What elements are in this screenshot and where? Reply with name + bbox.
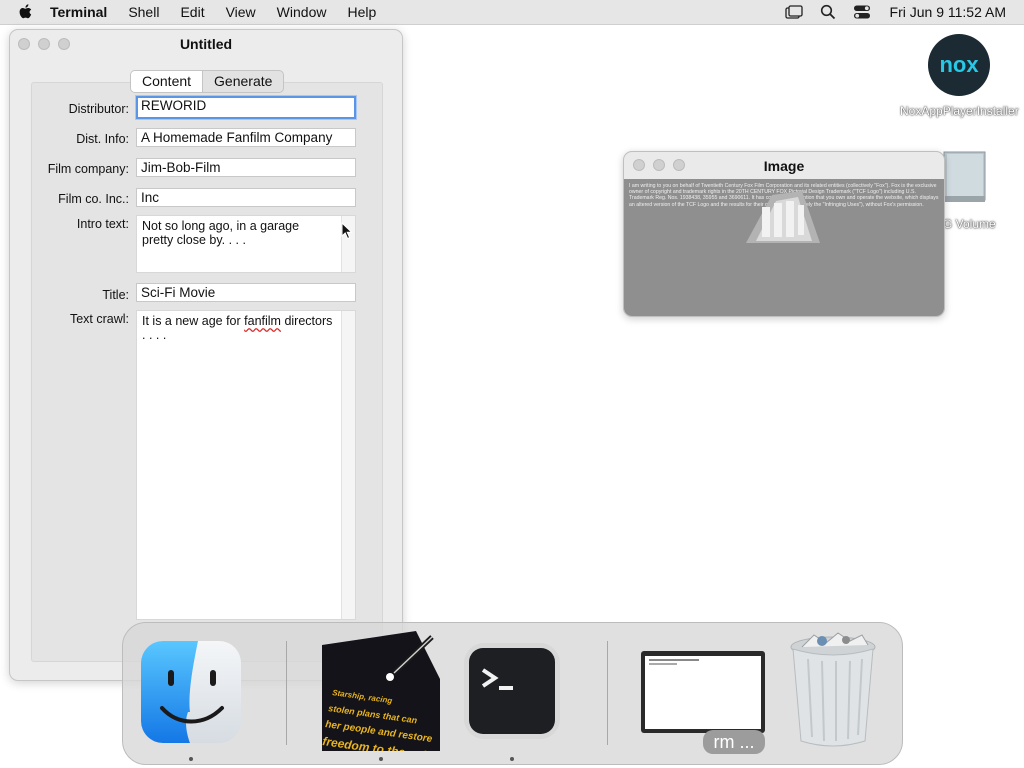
menu-help[interactable]: Help [347, 4, 376, 20]
finder-running-indicator [189, 757, 193, 761]
text-crawl-area[interactable]: It is a new age for fanfilm directors . … [136, 310, 356, 620]
spotlight-search-icon[interactable] [818, 4, 838, 20]
terminal-window-thumbnail[interactable] [641, 651, 765, 738]
tcf-logo-image [742, 185, 822, 249]
tab-generate[interactable]: Generate [203, 71, 283, 92]
text-crawl-value-start: It is a new age for [142, 314, 245, 328]
menu-bar: Terminal Shell Edit View Window Help Fri… [0, 0, 1024, 25]
terminal-icon[interactable] [463, 642, 561, 745]
window-title: Untitled [179, 36, 233, 52]
film-co-inc-field[interactable]: Inc [136, 188, 356, 207]
screen-mirroring-icon[interactable] [784, 4, 804, 20]
tab-bar: Content Generate [130, 70, 285, 93]
title-field[interactable]: Sci-Fi Movie [136, 283, 356, 302]
rm-window-badge: rm ... [703, 730, 765, 754]
menu-app-terminal[interactable]: Terminal [50, 4, 107, 20]
nox-installer-label[interactable]: NoxAppPlayerInstaller [900, 104, 1019, 118]
trash-icon[interactable] [788, 631, 878, 754]
menu-edit[interactable]: Edit [180, 4, 204, 20]
distributor-label: Distributor: [68, 102, 129, 116]
misspelled-word[interactable]: fanfilm [244, 314, 281, 328]
dock-separator [286, 641, 287, 745]
control-center-icon[interactable] [852, 4, 872, 20]
tab-content[interactable]: Content [131, 71, 204, 92]
dist-info-label: Dist. Info: [76, 132, 129, 146]
terminal-running-indicator [510, 757, 514, 761]
mouse-pointer-icon [341, 221, 353, 245]
film-company-field[interactable]: Jim-Bob-Film [136, 158, 356, 177]
disk-volume-icon[interactable] [941, 150, 987, 204]
intro-text-value: Not so long ago, in a garage pretty clos… [142, 219, 300, 247]
dist-info-field[interactable]: A Homemade Fanfilm Company [136, 128, 356, 147]
image-titlebar[interactable]: Image [624, 152, 944, 179]
text-crawl-label: Text crawl: [69, 312, 129, 326]
intro-text-label: Intro text: [76, 217, 129, 231]
finder-icon[interactable] [140, 640, 242, 749]
nox-logo-text: nox [939, 52, 979, 77]
untitled-window: Untitled Content Generate Distributor: R… [9, 29, 403, 681]
crawl-running-indicator [379, 757, 383, 761]
film-co-inc-label: Film co. Inc.: [58, 192, 129, 206]
image-window: Image I am writing to you on behalf of T… [623, 151, 945, 317]
image-window-title: Image [763, 158, 805, 174]
crawl-app-icon[interactable]: Starship, racing stolen plans that can h… [322, 631, 459, 767]
image-preview: I am writing to you on behalf of Twentie… [624, 179, 944, 316]
menu-view[interactable]: View [226, 4, 256, 20]
distributor-field[interactable]: REWORID [136, 96, 356, 119]
disk-volume-label[interactable]: G Volume [943, 217, 1023, 231]
intro-text-area[interactable]: Not so long ago, in a garage pretty clos… [136, 215, 356, 273]
apple-menu-icon[interactable] [16, 2, 36, 22]
menu-shell[interactable]: Shell [128, 4, 159, 20]
nox-installer-icon[interactable]: nox [928, 34, 990, 96]
menubar-clock[interactable]: Fri Jun 9 11:52 AM [890, 4, 1006, 20]
untitled-titlebar[interactable]: Untitled [10, 30, 402, 58]
text-crawl-scrollbar[interactable] [341, 311, 355, 619]
dock-separator-2 [607, 641, 608, 745]
title-label: Title: [102, 288, 129, 302]
menu-window[interactable]: Window [277, 4, 327, 20]
dock: Starship, racing stolen plans that can h… [122, 622, 903, 767]
film-company-label: Film company: [47, 162, 129, 176]
